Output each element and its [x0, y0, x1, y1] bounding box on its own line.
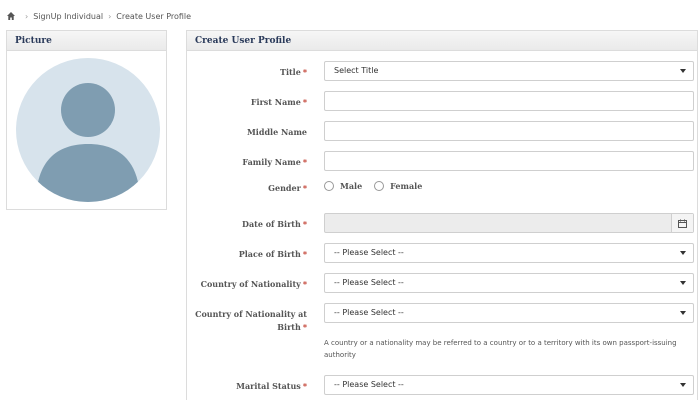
country-nationality-select[interactable]: -- Please Select -- [324, 273, 694, 293]
form-panel-title: Create User Profile [187, 31, 697, 51]
middle-name-input[interactable] [324, 121, 694, 141]
picture-panel-title: Picture [7, 31, 166, 51]
date-of-birth-input[interactable] [324, 213, 694, 233]
chevron-down-icon [680, 383, 686, 387]
gender-option-female[interactable]: Female [374, 181, 422, 191]
breadcrumb: › SignUp Individual › Create User Profil… [6, 9, 191, 23]
chevron-down-icon [680, 311, 686, 315]
middle-name-label: Middle Name [246, 127, 307, 137]
country-nationality-label: Country of Nationality * [200, 279, 307, 289]
calendar-icon[interactable] [671, 214, 693, 232]
marital-status-select[interactable]: -- Please Select -- [324, 375, 694, 395]
breadcrumb-separator: › [108, 11, 112, 21]
breadcrumb-current: Create User Profile [116, 11, 192, 21]
title-select[interactable]: Select Title [324, 61, 694, 81]
country-nationality-birth-select[interactable]: -- Please Select -- [324, 303, 694, 323]
nationality-hint-text: A country or a nationality may be referr… [324, 339, 677, 359]
family-name-input[interactable] [324, 151, 694, 171]
home-icon[interactable] [6, 11, 16, 21]
first-name-input[interactable] [324, 91, 694, 111]
radio-female-label: Female [390, 181, 423, 191]
marital-status-label: Marital Status * [236, 381, 307, 391]
radio-female[interactable] [374, 181, 385, 191]
chevron-down-icon [680, 69, 686, 73]
gender-label: Gender * [268, 183, 307, 193]
gender-option-male[interactable]: Male [324, 181, 362, 191]
breadcrumb-separator: › [25, 11, 29, 21]
breadcrumb-signup-individual[interactable]: SignUp Individual [33, 12, 103, 21]
radio-male[interactable] [324, 181, 334, 191]
create-user-profile-panel: Create User Profile Title * Select Title … [186, 30, 698, 400]
place-of-birth-label: Place of Birth * [238, 249, 307, 259]
chevron-down-icon [680, 281, 686, 285]
chevron-down-icon [680, 251, 686, 255]
title-label: Title * [279, 67, 307, 77]
user-avatar-icon[interactable] [16, 58, 160, 202]
country-nationality-birth-label: Country of Nationality at Birth * [195, 309, 307, 332]
place-of-birth-select[interactable]: -- Please Select -- [324, 243, 694, 263]
picture-panel: Picture [6, 30, 167, 210]
family-name-label: Family Name * [242, 157, 307, 167]
gender-radio-group: Male Female [324, 181, 434, 191]
date-of-birth-label: Date of Birth * [242, 219, 307, 229]
first-name-label: First Name * [250, 97, 307, 107]
radio-male-label: Male [340, 181, 363, 191]
